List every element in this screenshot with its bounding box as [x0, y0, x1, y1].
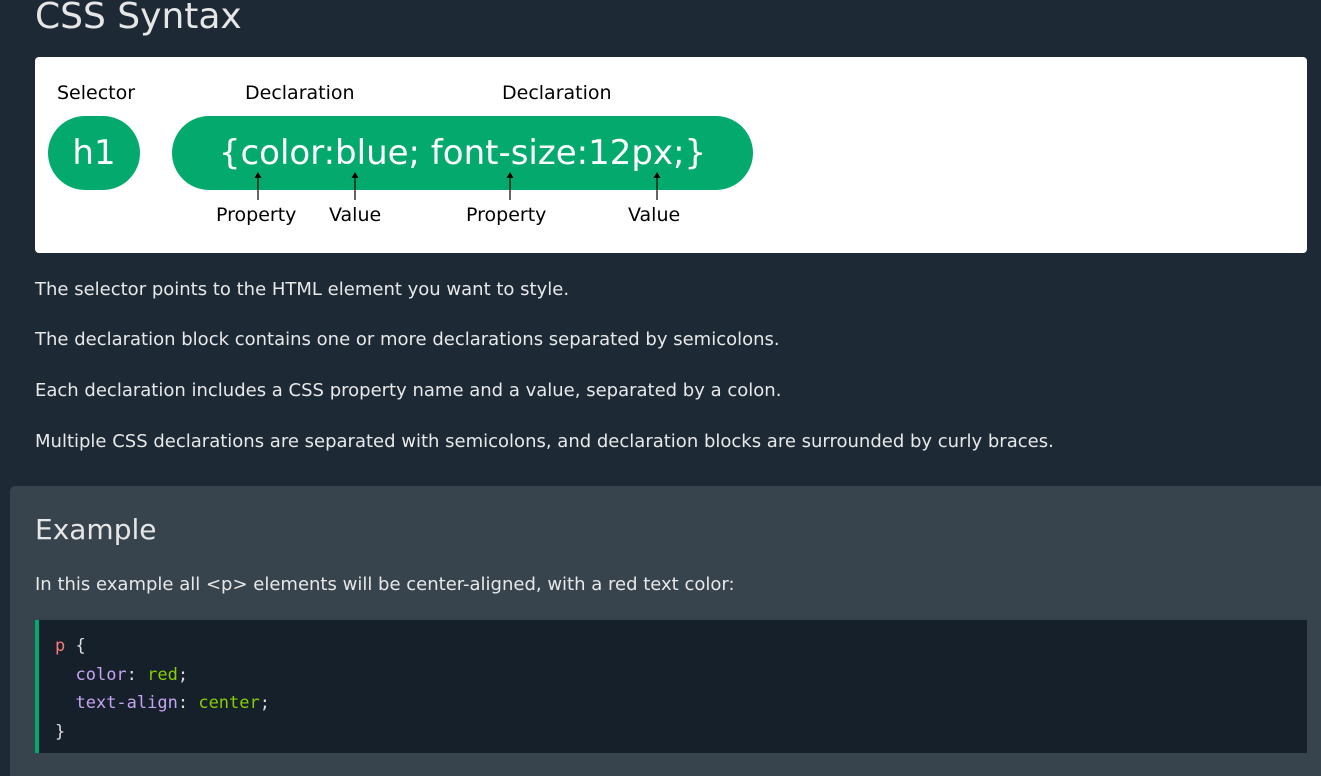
declaration-label-2: Declaration [502, 82, 612, 104]
code-line: p { [55, 632, 1307, 661]
declaration-label-1: Declaration [245, 82, 355, 104]
value-label-2: Value [628, 204, 681, 226]
example-title: Example [35, 513, 157, 546]
code-open-brace: { [65, 636, 86, 656]
code-property: text-align [75, 693, 178, 713]
selector-label: Selector [57, 82, 136, 104]
arrow-up-icon [254, 172, 262, 200]
arrow-up-icon [653, 172, 661, 200]
paragraph-declaration-block: The declaration block contains one or mo… [35, 329, 780, 350]
value-label-1: Value [329, 204, 382, 226]
code-selector: p [55, 636, 66, 656]
code-line: } [55, 718, 1307, 747]
example-section: Example In this example all <p> elements… [10, 486, 1321, 776]
code-line: color: red; [75, 664, 189, 685]
paragraph-declaration: Each declaration includes a CSS property… [35, 380, 782, 401]
code-value: red [147, 664, 178, 685]
code-block[interactable]: p { color: red; text-align: center; } [35, 620, 1307, 753]
page-title: CSS Syntax [35, 0, 242, 37]
property-label-1: Property [216, 204, 297, 226]
code-line: text-align: center; [75, 693, 270, 713]
css-syntax-diagram: Selector Declaration Declaration h1 {col… [35, 57, 1307, 253]
selector-pill: h1 [48, 116, 140, 190]
arrow-up-icon [351, 172, 359, 200]
arrow-up-icon [506, 172, 514, 200]
code-close-brace: } [55, 721, 66, 742]
paragraph-selector: The selector points to the HTML element … [35, 279, 570, 300]
code-property: color [75, 664, 127, 685]
example-description: In this example all <p> elements will be… [35, 574, 735, 595]
paragraph-multiple: Multiple CSS declarations are separated … [35, 431, 1054, 452]
property-label-2: Property [466, 204, 547, 226]
code-value: center [198, 693, 260, 713]
